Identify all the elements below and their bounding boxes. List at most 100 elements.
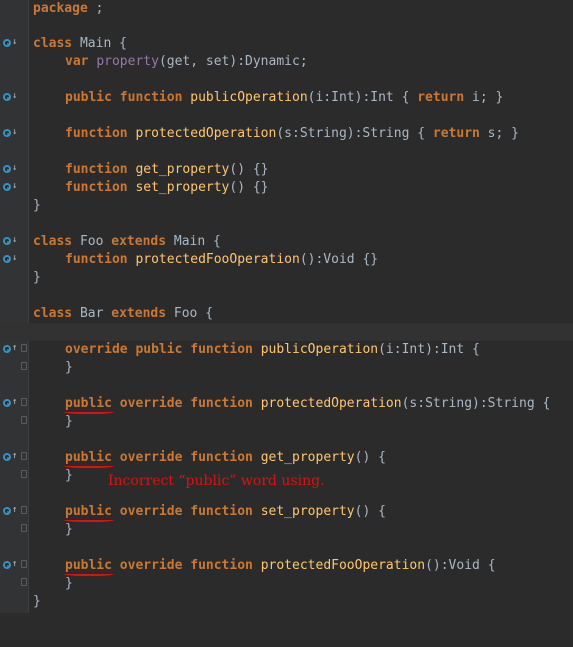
code-text: Main { bbox=[72, 36, 127, 51]
code-text: } bbox=[33, 594, 41, 609]
code-text: } bbox=[65, 360, 73, 375]
keyword: override bbox=[119, 450, 183, 465]
overriding-icon bbox=[3, 399, 11, 407]
keyword: class bbox=[33, 234, 73, 249]
code-text: Main { bbox=[166, 234, 221, 249]
method-name: protectedOperation bbox=[260, 396, 402, 411]
code-line-24[interactable]: } bbox=[0, 413, 573, 431]
overriding-icon bbox=[3, 453, 11, 461]
code-text: package ; bbox=[33, 0, 103, 18]
method-name: get_property bbox=[135, 162, 230, 177]
gutter-marker[interactable]: ↓ bbox=[3, 253, 27, 267]
error-annotation: Incorrect “public” word using. bbox=[108, 473, 325, 489]
fold-marker-icon[interactable] bbox=[21, 578, 27, 586]
code-text: Bar bbox=[72, 306, 112, 321]
keyword: return bbox=[417, 90, 465, 105]
code-text: (i:Int):Int { bbox=[378, 342, 480, 357]
method-name: publicOperation bbox=[190, 90, 308, 105]
code-line-1[interactable]: package ; bbox=[0, 0, 573, 18]
code-text: } bbox=[65, 576, 73, 591]
code-line-8[interactable]: ↓ function protectedOperation(s:String):… bbox=[0, 125, 573, 143]
arrow-down-icon: ↓ bbox=[12, 127, 18, 137]
fold-marker-icon[interactable] bbox=[21, 362, 27, 370]
code-text: ():Void {} bbox=[299, 252, 379, 267]
code-line-30[interactable]: } bbox=[0, 521, 573, 539]
code-line-10[interactable]: ↓ function get_property() {} bbox=[0, 161, 573, 179]
keyword: function bbox=[190, 504, 253, 519]
code-text: } bbox=[33, 270, 41, 285]
method-name: publicOperation bbox=[260, 342, 379, 357]
method-name: protectedOperation bbox=[135, 126, 277, 141]
implemented-icon bbox=[3, 165, 11, 173]
gutter-marker[interactable]: ↓ bbox=[3, 181, 27, 195]
fold-marker-icon[interactable] bbox=[21, 398, 27, 406]
code-line-20[interactable]: ↑ override public function publicOperati… bbox=[0, 341, 573, 359]
keyword: function bbox=[65, 126, 128, 141]
code-editor[interactable]: package ; ↓ class Main { var property(ge… bbox=[0, 0, 573, 613]
method-name: set_property bbox=[135, 180, 230, 195]
code-line-4[interactable]: var property(get, set):Dynamic; bbox=[0, 53, 573, 71]
code-line-14[interactable]: ↓ class Foo extends Main { bbox=[0, 233, 573, 251]
arrow-down-icon: ↓ bbox=[12, 37, 18, 47]
arrow-up-icon: ↑ bbox=[12, 451, 18, 461]
implemented-icon bbox=[3, 255, 11, 263]
keyword: public bbox=[135, 342, 183, 357]
gutter-marker[interactable]: ↓ bbox=[3, 91, 27, 105]
code-line-34[interactable]: } bbox=[0, 593, 573, 611]
fold-marker-icon[interactable] bbox=[21, 524, 27, 532]
method-name: set_property bbox=[260, 504, 355, 519]
code-text: () {} bbox=[229, 162, 269, 177]
arrow-up-icon: ↑ bbox=[12, 505, 18, 515]
implemented-icon bbox=[3, 237, 11, 245]
code-line-21[interactable]: } bbox=[0, 359, 573, 377]
gutter-marker[interactable]: ↓ bbox=[3, 163, 27, 177]
implemented-icon bbox=[3, 129, 11, 137]
code-line-3[interactable]: ↓ class Main { bbox=[0, 35, 573, 53]
field-name: property bbox=[96, 54, 159, 69]
arrow-up-icon: ↑ bbox=[12, 343, 18, 353]
gutter-marker[interactable]: ↓ bbox=[3, 37, 27, 51]
keyword: var bbox=[65, 54, 89, 69]
arrow-down-icon: ↓ bbox=[12, 235, 18, 245]
code-line-12[interactable]: } bbox=[0, 197, 573, 215]
keyword: public bbox=[65, 90, 112, 105]
keyword: override bbox=[119, 396, 183, 411]
code-line-33[interactable]: } bbox=[0, 575, 573, 593]
arrow-down-icon: ↓ bbox=[12, 181, 18, 191]
keyword: override bbox=[119, 504, 183, 519]
code-line-15[interactable]: ↓ function protectedFooOperation():Void … bbox=[0, 251, 573, 269]
overriding-icon bbox=[3, 507, 11, 515]
code-line-16[interactable]: } bbox=[0, 269, 573, 287]
code-text: i; } bbox=[464, 90, 504, 105]
fold-marker-icon[interactable] bbox=[21, 344, 27, 352]
gutter-marker[interactable]: ↓ bbox=[3, 235, 27, 249]
fold-marker-icon[interactable] bbox=[21, 416, 27, 424]
keyword: function bbox=[119, 90, 183, 105]
fold-marker-icon[interactable] bbox=[21, 506, 27, 514]
code-text: () { bbox=[354, 450, 386, 465]
fold-marker-icon[interactable] bbox=[21, 452, 27, 460]
arrow-down-icon: ↓ bbox=[12, 163, 18, 173]
fold-marker-icon[interactable] bbox=[21, 560, 27, 568]
keyword: function bbox=[65, 252, 128, 267]
code-line-6[interactable]: ↓ public function publicOperation(i:Int)… bbox=[0, 89, 573, 107]
keyword: return bbox=[432, 126, 480, 141]
keyword: function bbox=[190, 396, 253, 411]
fold-marker-icon[interactable] bbox=[21, 470, 27, 478]
keyword: function bbox=[190, 558, 253, 573]
overriding-icon bbox=[3, 561, 11, 569]
method-name: get_property bbox=[260, 450, 355, 465]
code-text: ; bbox=[87, 1, 104, 16]
keyword: function bbox=[190, 450, 253, 465]
code-text: (s:String):String { bbox=[276, 126, 433, 141]
overriding-icon bbox=[3, 345, 11, 353]
code-line-19-current[interactable] bbox=[0, 323, 573, 341]
gutter-marker[interactable]: ↓ bbox=[3, 127, 27, 141]
keyword: package bbox=[33, 1, 88, 16]
code-line-18[interactable]: class Bar extends Foo { bbox=[0, 305, 573, 323]
code-line-11[interactable]: ↓ function set_property() {} bbox=[0, 179, 573, 197]
code-text: } bbox=[65, 522, 73, 537]
implemented-icon bbox=[3, 183, 11, 191]
arrow-up-icon: ↑ bbox=[12, 397, 18, 407]
keyword: class bbox=[33, 36, 73, 51]
